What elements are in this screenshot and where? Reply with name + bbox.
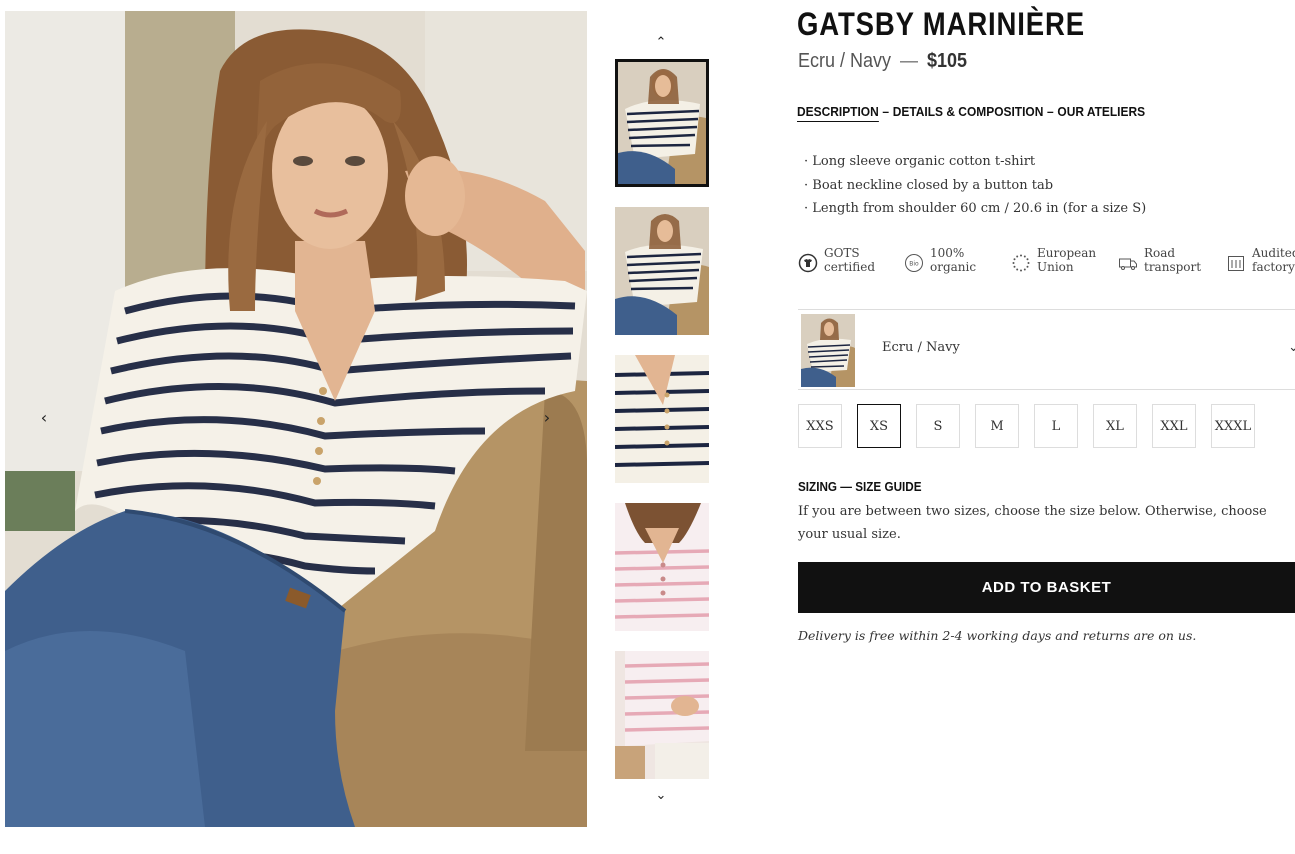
feature-organic: Bio 100% organic	[904, 246, 976, 274]
chevron-down-icon: ⌄	[1288, 340, 1295, 355]
tab-details-composition[interactable]: DETAILS & COMPOSITION	[893, 104, 1044, 119]
next-image-arrow-icon[interactable]: ›	[534, 404, 560, 430]
sizing-label: SIZING	[798, 479, 838, 494]
color-swatch-thumbnail	[801, 314, 855, 387]
feature-label: European	[1037, 246, 1097, 260]
info-tabs: DESCRIPTION – DETAILS & COMPOSITION – OUR AT…	[797, 104, 1145, 122]
feature-label: organic	[930, 260, 977, 274]
selected-color-label: Ecru / Navy	[882, 340, 960, 355]
feature-label: transport	[1144, 260, 1202, 274]
feature-label: Road	[1144, 246, 1176, 260]
bio-organic-icon: Bio	[905, 254, 923, 272]
product-features: GOTS certified Bio 100% organic European Un…	[798, 246, 1295, 282]
description-bullet: · Boat neckline closed by a button tab	[804, 177, 1054, 193]
size-xs[interactable]: XS	[857, 404, 901, 448]
sizing-heading: SIZING — SIZE GUIDE	[798, 479, 922, 494]
feature-label: 100%	[930, 246, 965, 260]
previous-image-arrow-icon[interactable]: ‹	[31, 404, 57, 430]
feature-label: Union	[1037, 260, 1074, 274]
product-price: $105	[927, 50, 968, 72]
add-to-basket-button[interactable]: ADD TO BASKET	[798, 562, 1295, 613]
feature-gots: GOTS certified	[798, 246, 875, 274]
size-s[interactable]: S	[916, 404, 960, 448]
thumbnail-4[interactable]	[615, 503, 709, 631]
main-product-image	[5, 11, 587, 827]
truck-icon	[1119, 258, 1137, 270]
feature-road-transport: Road transport	[1118, 246, 1201, 274]
size-xl[interactable]: XL	[1093, 404, 1137, 448]
feature-audited-factory: Audited factory	[1226, 246, 1295, 274]
feature-label: Audited	[1252, 246, 1295, 260]
product-color-price-line: Ecru / Navy — $105	[798, 50, 967, 73]
size-xxxl[interactable]: XXXL	[1211, 404, 1255, 448]
gots-certified-icon	[798, 253, 818, 273]
feature-label: certified	[824, 260, 876, 274]
delivery-note: Delivery is free within 2-4 working days…	[798, 628, 1197, 643]
svg-text:Bio: Bio	[909, 261, 919, 268]
tab-separator: –	[1047, 104, 1054, 119]
sizing-dash: —	[840, 479, 852, 494]
factory-icon	[1228, 256, 1244, 271]
european-union-icon	[1012, 254, 1030, 272]
feature-label: GOTS	[824, 246, 860, 260]
description-list: · Long sleeve organic cotton t-shirt · B…	[804, 150, 1146, 221]
feature-label: factory	[1252, 260, 1295, 274]
thumbnail-5[interactable]	[615, 651, 709, 779]
thumbnails-down-chevron-icon[interactable]: ⌄	[648, 785, 674, 805]
thumbnail-2[interactable]	[615, 207, 709, 335]
size-l[interactable]: L	[1034, 404, 1078, 448]
separator-dash: —	[900, 50, 919, 72]
size-xxl[interactable]: XXL	[1152, 404, 1196, 448]
thumbnails-up-chevron-icon[interactable]: ⌃	[648, 32, 674, 52]
tab-our-ateliers[interactable]: OUR ATELIERS	[1057, 104, 1145, 119]
feature-european-union: European Union	[1011, 246, 1096, 274]
sizing-advice: If you are between two sizes, choose the…	[798, 504, 1267, 542]
thumbnail-3[interactable]	[615, 355, 709, 483]
product-title: GATSBY MARINIÈRE	[797, 6, 1085, 42]
color-selector-dropdown[interactable]: Ecru / Navy ⌄	[798, 309, 1295, 390]
thumbnail-1[interactable]	[615, 59, 709, 187]
tab-description[interactable]: DESCRIPTION	[797, 104, 879, 122]
size-guide-link[interactable]: SIZE GUIDE	[855, 479, 921, 494]
description-bullet: · Long sleeve organic cotton t-shirt	[804, 154, 1036, 169]
product-color-name: Ecru / Navy	[798, 50, 892, 72]
tab-separator: –	[882, 104, 890, 119]
size-xxs[interactable]: XXS	[798, 404, 842, 448]
description-bullet: · Length from shoulder 60 cm / 20.6 in (…	[804, 201, 1147, 216]
size-m[interactable]: M	[975, 404, 1019, 448]
